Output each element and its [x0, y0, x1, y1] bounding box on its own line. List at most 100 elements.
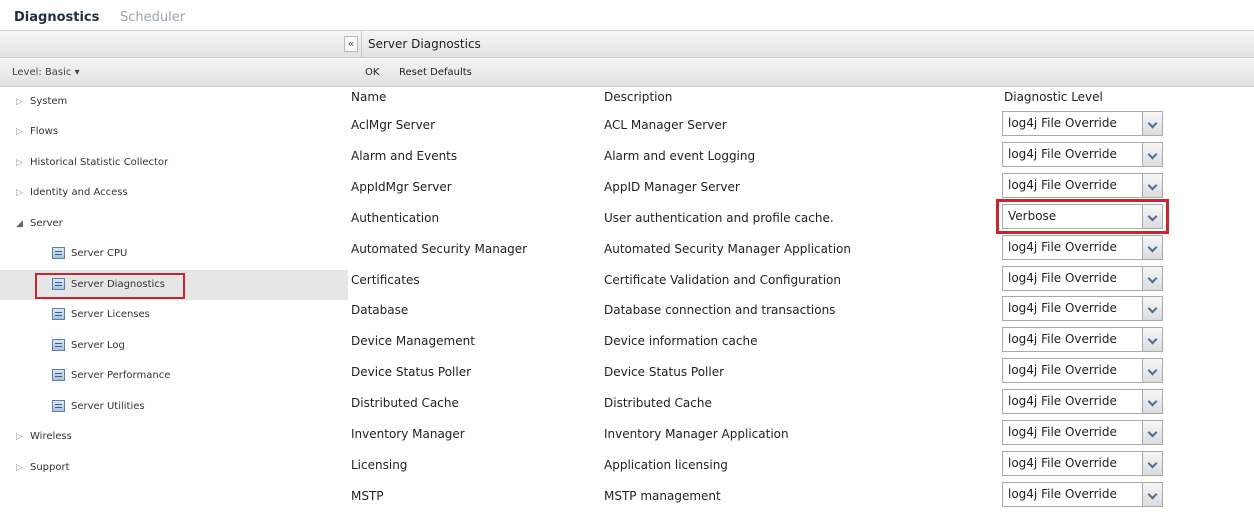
row-name: Database — [351, 303, 409, 318]
row-description: Automated Security Manager Application — [604, 241, 851, 256]
select-value: log4j File Override — [1008, 270, 1117, 285]
tab-scheduler[interactable]: Scheduler — [120, 10, 185, 25]
top-tab-bar: Diagnostics Scheduler — [0, 0, 1254, 30]
sidebar-item-server-licenses[interactable]: Server Licenses — [0, 300, 348, 330]
diagnostic-level-select[interactable]: log4j File Override — [1002, 172, 1163, 198]
chevron-down-icon[interactable] — [1142, 142, 1162, 166]
diagnostic-level-select[interactable]: log4j File Override — [1002, 141, 1163, 167]
sidebar-item-server-cpu[interactable]: Server CPU — [0, 239, 348, 269]
chevron-down-icon[interactable] — [1142, 235, 1162, 259]
row-name: Authentication — [351, 210, 440, 225]
row-description: ACL Manager Server — [604, 118, 727, 132]
table-row: Authentication User authentication and pr… — [348, 198, 1254, 234]
highlight-box — [996, 198, 1169, 234]
sidebar-item-server[interactable]: ◢ Server — [0, 209, 348, 239]
select-value: log4j File Override — [1008, 332, 1117, 347]
sidebar-item-label: System — [30, 96, 68, 107]
sidebar-item-server-log[interactable]: Server Log — [0, 331, 348, 361]
chevron-down-icon[interactable] — [1142, 173, 1162, 197]
chevron-down-icon[interactable] — [1142, 359, 1162, 383]
expand-triangle-icon[interactable]: ▷ — [16, 97, 23, 107]
row-description: Distributed Cache — [604, 396, 712, 411]
table-row: Automated Security Manager Automated Secu… — [348, 233, 1254, 264]
document-icon — [52, 308, 65, 320]
chevron-down-icon[interactable] — [1142, 297, 1162, 321]
diagnostic-level-select[interactable]: log4j File Override — [1002, 420, 1163, 445]
row-description: Device information cache — [604, 334, 758, 349]
level-dropdown[interactable]: Level: Basic ▾ — [12, 67, 80, 78]
diagnostic-level-select[interactable]: log4j File Override — [1002, 389, 1163, 415]
table-row: MSTP MSTP management log4j File Override — [348, 480, 1254, 511]
table-row: Licensing Application licensing log4j File… — [348, 449, 1254, 480]
document-icon — [52, 278, 65, 290]
sidebar-item-label: Server Diagnostics — [71, 279, 165, 290]
select-value: log4j File Override — [1008, 239, 1117, 254]
diagnostic-level-select[interactable]: log4j File Override — [1002, 327, 1163, 353]
chevron-down-icon[interactable] — [1142, 421, 1162, 444]
chevron-down-icon[interactable] — [1142, 482, 1162, 506]
reset-defaults-button[interactable]: Reset Defaults — [399, 67, 472, 78]
sidebar-item-system[interactable]: ▷ System — [0, 87, 348, 117]
sidebar-item-server-performance[interactable]: Server Performance — [0, 361, 348, 391]
sidebar-item-flows[interactable]: ▷ Flows — [0, 117, 348, 147]
sidebar-item-label: Server Performance — [71, 370, 171, 381]
expand-triangle-icon[interactable]: ▷ — [16, 158, 23, 168]
table-row: Certificates Certificate Validation and C… — [348, 264, 1254, 295]
sidebar-item-label: Identity and Access — [30, 187, 128, 198]
column-header-diagnostic-level: Diagnostic Level — [1004, 90, 1103, 104]
diagnostic-level-select[interactable]: log4j File Override — [1002, 358, 1163, 384]
expand-triangle-icon[interactable]: ▷ — [16, 432, 23, 442]
row-name: Device Status Poller — [351, 365, 472, 380]
sidebar-item-label: Server — [30, 218, 63, 229]
collapse-triangle-icon[interactable]: ◢ — [16, 219, 23, 229]
sidebar-item-label: Server CPU — [71, 248, 128, 259]
sidebar-item-server-utilities[interactable]: Server Utilities — [0, 392, 348, 422]
collapse-sidebar-button[interactable]: « — [344, 36, 358, 52]
document-icon — [52, 339, 65, 351]
row-name: Automated Security Manager — [351, 241, 528, 256]
diagnostic-level-select[interactable]: log4j File Override — [1002, 450, 1163, 476]
column-header-name: Name — [351, 90, 387, 104]
ok-button[interactable]: OK — [365, 67, 379, 78]
select-value: log4j File Override — [1008, 363, 1117, 378]
sidebar: Level: Basic ▾ ▷ System ▷ Flows ▷ Histor… — [0, 59, 348, 514]
diagnostic-level-select[interactable]: log4j File Override — [1002, 265, 1163, 291]
table-row: Inventory Manager Inventory Manager Appli… — [348, 418, 1254, 449]
diagnostic-level-select[interactable]: log4j File Override — [1002, 234, 1163, 260]
expand-triangle-icon[interactable]: ▷ — [16, 188, 23, 198]
row-description: Alarm and event Logging — [604, 148, 756, 163]
sidebar-item-server-diagnostics[interactable]: Server Diagnostics — [0, 270, 348, 300]
document-icon — [52, 247, 65, 259]
diagnostic-level-select[interactable]: log4j File Override — [1002, 111, 1163, 136]
row-name: AppIdMgr Server — [351, 179, 452, 194]
row-name: Device Management — [351, 334, 475, 349]
diagnostic-level-select[interactable]: log4j File Override — [1002, 481, 1163, 507]
diagnostic-level-select[interactable]: log4j File Override — [1002, 296, 1163, 322]
sidebar-item-wireless[interactable]: ▷ Wireless — [0, 422, 348, 452]
table-row: Distributed Cache Distributed Cache log4j … — [348, 387, 1254, 418]
level-bar: Level: Basic ▾ — [0, 59, 348, 87]
chevron-down-icon[interactable] — [1142, 328, 1162, 352]
tab-diagnostics[interactable]: Diagnostics — [14, 10, 99, 25]
sidebar-item-label: Flows — [30, 126, 59, 137]
chevron-down-icon[interactable] — [1142, 451, 1162, 475]
document-icon — [52, 400, 65, 412]
expand-triangle-icon[interactable]: ▷ — [16, 463, 23, 473]
sidebar-item-support[interactable]: ▷ Support — [0, 453, 348, 483]
sidebar-item-historical-statistic-collector[interactable]: ▷ Historical Statistic Collector — [0, 148, 348, 178]
row-name: Inventory Manager — [351, 427, 465, 441]
row-description: User authentication and profile cache. — [604, 210, 834, 225]
select-value: log4j File Override — [1008, 301, 1117, 316]
expand-triangle-icon[interactable]: ▷ — [16, 127, 23, 137]
chevron-down-icon[interactable] — [1142, 390, 1162, 414]
row-description: Application licensing — [604, 457, 728, 472]
chevron-down-icon[interactable] — [1142, 266, 1162, 290]
row-name: Distributed Cache — [351, 396, 459, 411]
sidebar-item-identity-and-access[interactable]: ▷ Identity and Access — [0, 178, 348, 208]
chevron-down-icon[interactable] — [1142, 112, 1162, 135]
document-icon — [52, 369, 65, 381]
column-header-description: Description — [604, 90, 673, 104]
table-row: Device Status Poller Device Status Poller… — [348, 356, 1254, 387]
row-description: Device Status Poller — [604, 365, 725, 380]
table-row: Device Management Device information cach… — [348, 325, 1254, 356]
